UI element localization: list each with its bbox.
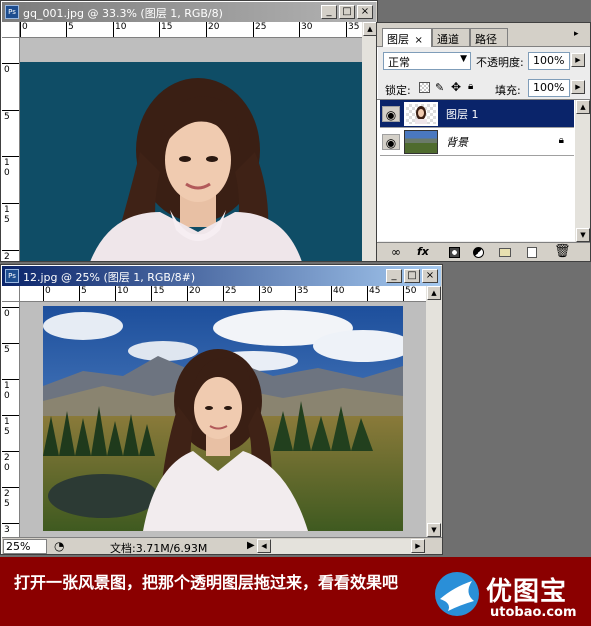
- eye-icon[interactable]: ◉: [382, 134, 400, 150]
- banner-text: 打开一张风景图，把那个透明图层拖过来，看看效果吧: [14, 573, 399, 592]
- canvas-area[interactable]: [20, 38, 362, 261]
- layer-thumbnail: [404, 130, 438, 154]
- canvas-image[interactable]: [43, 306, 403, 531]
- canvas-area[interactable]: [20, 302, 426, 537]
- opacity-slider-button[interactable]: ▶: [571, 53, 585, 67]
- woman-portrait-image: [90, 78, 302, 261]
- title-bar[interactable]: Ps gq_001.jpg @ 33.3% (图层 1, RGB/8) _ □ …: [2, 2, 376, 22]
- document-size: 文档:3.71M/6.93M: [110, 542, 208, 555]
- layer-thumbnail: [404, 102, 438, 126]
- close-button[interactable]: ×: [422, 269, 438, 283]
- document-window-12jpg[interactable]: Ps 12.jpg @ 25% (图层 1, RGB/8#) _ □ × 0 5…: [0, 264, 443, 555]
- close-tab-icon[interactable]: ×: [415, 35, 423, 46]
- fill-label: 填充:: [495, 84, 521, 97]
- photoshop-icon: Ps: [5, 5, 19, 19]
- fill-slider-button[interactable]: ▶: [571, 80, 585, 94]
- vertical-scrollbar[interactable]: ▲ ▼: [426, 286, 442, 537]
- scroll-up-button[interactable]: ▲: [576, 100, 590, 114]
- layers-scrollbar[interactable]: ▲ ▼: [575, 100, 590, 242]
- lock-transparency-icon[interactable]: [419, 82, 430, 93]
- lock-icon: 🔒︎: [558, 135, 564, 146]
- panel-menu-button[interactable]: ▸: [574, 29, 586, 41]
- adjustment-icon[interactable]: [473, 247, 484, 258]
- logo-chinese: 优图宝: [486, 577, 568, 607]
- blend-mode-select[interactable]: 正常 ▼: [383, 52, 471, 70]
- maximize-button[interactable]: □: [404, 269, 420, 283]
- title-bar[interactable]: Ps 12.jpg @ 25% (图层 1, RGB/8#) _ □ ×: [2, 266, 441, 286]
- maximize-button[interactable]: □: [339, 5, 355, 19]
- tab-layers[interactable]: 图层 ×: [382, 28, 432, 47]
- horizontal-ruler: 0 5 10 15 20 25 30 35 40 45 50: [20, 286, 426, 302]
- scroll-up-button[interactable]: ▲: [427, 286, 441, 300]
- window-title: gq_001.jpg @ 33.3% (图层 1, RGB/8): [23, 7, 223, 20]
- window-title: 12.jpg @ 25% (图层 1, RGB/8#): [23, 271, 196, 284]
- layer-row-background[interactable]: ◉ 背景 🔒︎: [380, 128, 574, 156]
- scroll-right-button[interactable]: ▶: [411, 539, 425, 553]
- scroll-up-button[interactable]: ▲: [363, 22, 377, 36]
- tutorial-banner: 打开一张风景图，把那个透明图层拖过来，看看效果吧 优图宝 utobao.com: [0, 557, 591, 626]
- status-bar: 25% ◔ 文档:3.71M/6.93M ▶ ◀ ▶: [2, 537, 442, 555]
- scroll-down-button[interactable]: ▼: [576, 228, 590, 242]
- lock-brush-icon[interactable]: ✎: [435, 81, 444, 94]
- link-icon[interactable]: ∞: [391, 245, 401, 259]
- tab-channels[interactable]: 通道: [432, 28, 470, 46]
- zoom-field[interactable]: 25%: [3, 539, 47, 554]
- zoom-icon[interactable]: ◔: [54, 539, 64, 553]
- layer-row-layer1[interactable]: ◉ 图层 1: [380, 100, 574, 128]
- layers-list: ◉ 图层 1 ◉ 背景 🔒︎ ▲ ▼: [377, 99, 590, 242]
- photoshop-icon: Ps: [5, 269, 19, 283]
- lock-all-icon[interactable]: 🔒︎: [468, 81, 473, 92]
- scroll-down-button[interactable]: ▼: [427, 523, 441, 537]
- folder-icon[interactable]: [499, 248, 511, 257]
- layer-name: 背景: [446, 136, 468, 149]
- lock-label: 锁定:: [385, 84, 411, 97]
- close-button[interactable]: ×: [357, 5, 373, 19]
- tab-paths[interactable]: 路径: [470, 28, 508, 46]
- landscape-composite-image: [43, 306, 403, 531]
- new-layer-icon[interactable]: [527, 247, 537, 258]
- fx-icon[interactable]: fx: [417, 245, 429, 258]
- opacity-label: 不透明度:: [476, 56, 524, 69]
- status-menu-arrow-icon[interactable]: ▶: [247, 540, 255, 551]
- fill-input[interactable]: 100%: [528, 79, 570, 97]
- layers-panel: 图层 × 通道 路径 ▸ 正常 ▼ 不透明度: 100% ▶ 锁定: ✎ ✥ 🔒…: [376, 22, 591, 262]
- bird-logo-icon: [435, 572, 479, 616]
- horizontal-scrollbar[interactable]: ◀ ▶: [257, 539, 425, 554]
- vertical-ruler: 0 5 1 0 1 5 2: [2, 38, 20, 261]
- opacity-input[interactable]: 100%: [528, 52, 570, 70]
- minimize-button[interactable]: _: [386, 269, 402, 283]
- eye-icon[interactable]: ◉: [382, 106, 400, 122]
- trash-icon[interactable]: 🗑︎: [554, 244, 571, 259]
- logo-url: utobao.com: [490, 605, 577, 620]
- horizontal-ruler: 0 5 10 15 20 25 30 35: [20, 22, 362, 38]
- minimize-button[interactable]: _: [321, 5, 337, 19]
- lock-move-icon[interactable]: ✥: [451, 80, 461, 94]
- chevron-down-icon: ▼: [460, 54, 467, 64]
- vertical-ruler: 0 5 1 0 1 5 2 0 2 5 3: [2, 302, 20, 537]
- ruler-corner: [2, 22, 20, 38]
- document-window-gq001[interactable]: Ps gq_001.jpg @ 33.3% (图层 1, RGB/8) _ □ …: [0, 0, 378, 262]
- ruler-corner: [2, 286, 20, 302]
- panel-footer: ∞ fx 🗑︎: [377, 242, 590, 261]
- utobao-logo: 优图宝 utobao.com: [434, 571, 588, 623]
- mask-icon[interactable]: [449, 247, 460, 258]
- layer-name: 图层 1: [446, 108, 479, 121]
- scroll-left-button[interactable]: ◀: [257, 539, 271, 553]
- canvas-image[interactable]: [20, 62, 362, 261]
